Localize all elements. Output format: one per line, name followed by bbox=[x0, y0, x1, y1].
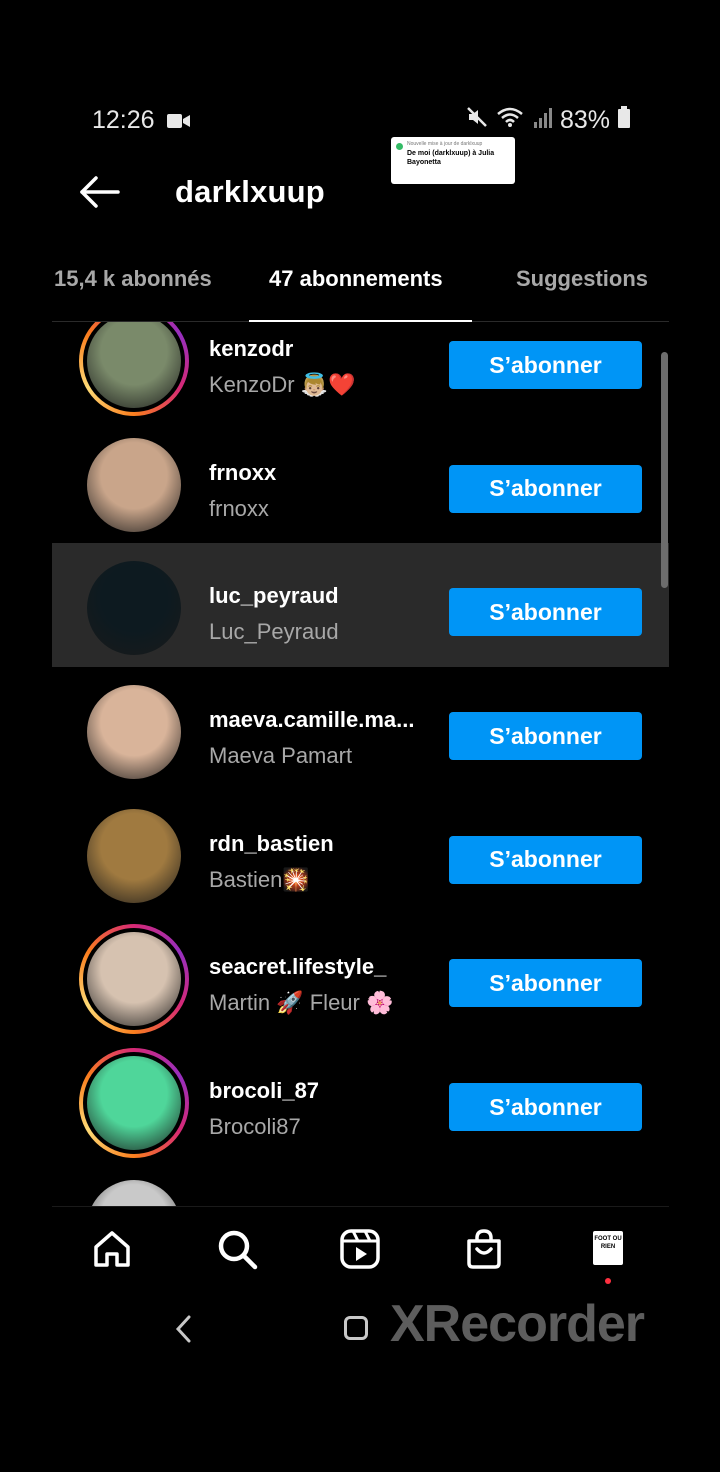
back-arrow-icon bbox=[80, 176, 120, 208]
username: kenzodr bbox=[209, 336, 294, 361]
avatar[interactable] bbox=[87, 685, 181, 780]
follow-button[interactable]: S’abonner bbox=[449, 341, 642, 389]
follow-button[interactable]: S’abonner bbox=[449, 464, 642, 513]
system-navigation: XRecorder bbox=[0, 1295, 720, 1360]
home-icon[interactable] bbox=[90, 1227, 134, 1271]
username: maeva.camille.ma... bbox=[209, 707, 415, 733]
full-name: Maeva Pamart bbox=[209, 743, 353, 769]
user-row[interactable]: luc_peyraud Luc_Peyraud S’abonner bbox=[52, 543, 669, 668]
user-info[interactable]: kenzodr KenzoDr 👼🏼❤️ bbox=[209, 336, 439, 398]
video-camera-icon bbox=[167, 112, 191, 135]
user-info[interactable]: maeva.camille.ma... Maeva Pamart bbox=[209, 707, 439, 769]
user-info[interactable]: rdn_bastien Bastien🎇 bbox=[209, 831, 439, 893]
battery-level: 83% bbox=[559, 106, 610, 134]
wifi-icon bbox=[496, 106, 526, 135]
status-time: 12:26 bbox=[92, 106, 155, 134]
user-row[interactable]: kenzodr KenzoDr 👼🏼❤️ S’abonner bbox=[52, 322, 669, 420]
avatar[interactable] bbox=[87, 1179, 181, 1206]
follow-button[interactable]: S’abonner bbox=[449, 712, 642, 761]
user-row[interactable]: frnoxx frnoxx S’abonner bbox=[52, 420, 669, 544]
full-name: Luc_Peyraud bbox=[209, 619, 339, 645]
avatar[interactable] bbox=[87, 808, 181, 903]
full-name: frnoxx bbox=[209, 495, 269, 521]
user-row[interactable]: maeva.camille.ma... Maeva Pamart S’abonner bbox=[52, 667, 669, 791]
avatar[interactable] bbox=[87, 932, 181, 1027]
tab-suggestions[interactable]: Suggestions bbox=[516, 266, 648, 292]
avatar[interactable] bbox=[87, 561, 181, 656]
follow-button[interactable]: S’abonner bbox=[449, 588, 642, 637]
status-indicators: 83% bbox=[466, 106, 630, 135]
battery-icon bbox=[618, 106, 630, 135]
search-icon[interactable] bbox=[215, 1227, 259, 1271]
scrollbar[interactable] bbox=[661, 352, 668, 588]
user-row[interactable]: brocoli_87 Brocoli87 S’abonner bbox=[52, 1038, 669, 1162]
notification-subtitle: Nouvelle mise à jour de darklxuup bbox=[407, 141, 483, 147]
full-name: Martin 🚀 Fleur 🌸 bbox=[209, 990, 394, 1016]
signal-icon bbox=[533, 106, 552, 135]
back-button[interactable] bbox=[78, 174, 122, 210]
notification-icon bbox=[396, 143, 403, 150]
avatar[interactable] bbox=[87, 1056, 181, 1151]
reels-icon[interactable] bbox=[338, 1227, 382, 1271]
user-row[interactable] bbox=[52, 1162, 669, 1206]
username: seacret.lifestyle_ bbox=[209, 954, 387, 980]
follow-button[interactable]: S’abonner bbox=[449, 959, 642, 1008]
system-back-icon[interactable] bbox=[172, 1314, 196, 1349]
watermark: XRecorder bbox=[390, 1295, 645, 1353]
profile-avatar[interactable]: FOOT OU RIEN bbox=[593, 1231, 623, 1265]
follow-button[interactable]: S’abonner bbox=[449, 835, 642, 884]
full-name: KenzoDr 👼🏼❤️ bbox=[209, 372, 356, 397]
username: frnoxx bbox=[209, 459, 277, 485]
user-info[interactable]: seacret.lifestyle_ Martin 🚀 Fleur 🌸 bbox=[209, 954, 439, 1016]
tab-following[interactable]: 47 abonnements bbox=[269, 266, 443, 292]
system-home-icon[interactable] bbox=[344, 1316, 368, 1340]
follow-button[interactable]: S’abonner bbox=[449, 1083, 642, 1132]
user-row[interactable]: rdn_bastien Bastien🎇 S’abonner bbox=[52, 791, 669, 915]
user-info[interactable]: brocoli_87 Brocoli87 bbox=[209, 1078, 439, 1140]
username: brocoli_87 bbox=[209, 1078, 320, 1104]
shop-icon[interactable] bbox=[462, 1227, 506, 1271]
user-info[interactable]: frnoxx frnoxx bbox=[209, 460, 439, 522]
username: rdn_bastien bbox=[209, 830, 334, 856]
avatar[interactable] bbox=[87, 437, 181, 532]
user-info[interactable]: luc_peyraud Luc_Peyraud bbox=[209, 583, 439, 645]
following-list[interactable]: kenzodr KenzoDr 👼🏼❤️ S’abonner frnoxx frnoxx… bbox=[52, 322, 669, 1206]
page-title: darklxuup bbox=[175, 174, 325, 209]
status-bar: 12:26 83% bbox=[0, 100, 720, 144]
user-row[interactable]: seacret.lifestyle_ Martin 🚀 Fleur 🌸 S’abon… bbox=[52, 914, 669, 1038]
tab-followers[interactable]: 15,4 k abonnés bbox=[54, 266, 212, 292]
full-name: Brocoli87 bbox=[209, 1114, 301, 1140]
username: luc_peyraud bbox=[209, 583, 339, 609]
tab-bar: 15,4 k abonnés 47 abonnements Suggestion… bbox=[52, 256, 669, 322]
bottom-navigation: FOOT OU RIEN bbox=[52, 1206, 669, 1296]
notification-dot bbox=[605, 1278, 611, 1284]
mute-icon bbox=[466, 106, 488, 135]
header: darklxuup bbox=[0, 160, 720, 224]
full-name: Bastien🎇 bbox=[209, 866, 310, 892]
